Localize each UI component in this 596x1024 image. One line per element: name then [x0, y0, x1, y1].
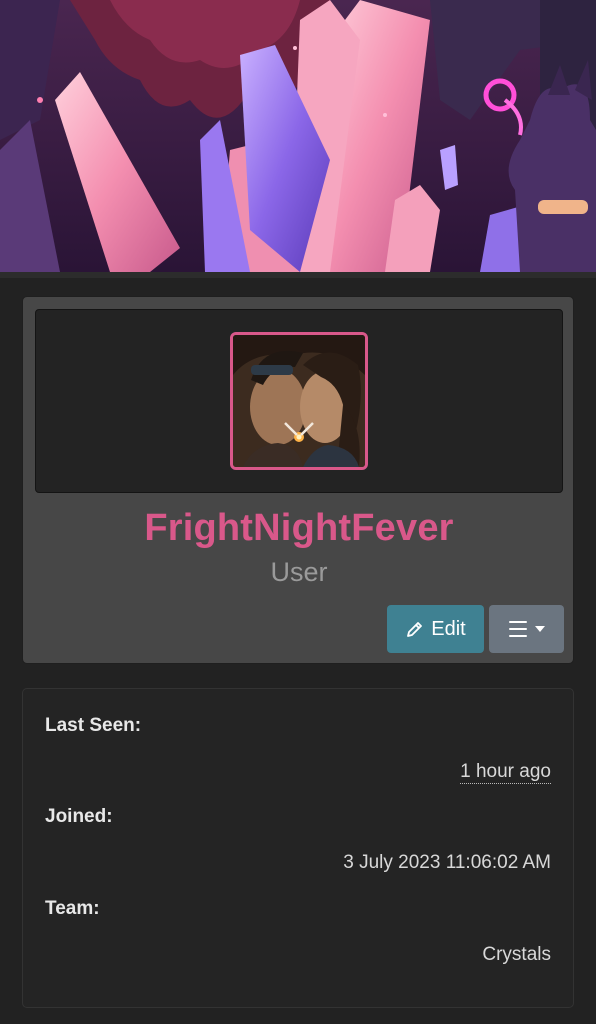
- avatar[interactable]: [230, 332, 368, 470]
- avatar-container: [35, 309, 563, 493]
- profile-details-card: Last Seen: 1 hour ago Joined: 3 July 202…: [22, 688, 574, 1008]
- caret-down-icon: [534, 626, 545, 632]
- username: FrightNightFever: [144, 507, 454, 549]
- team-label: Team:: [45, 898, 100, 919]
- pencil-icon: [407, 622, 423, 637]
- team-value: Crystals: [482, 944, 551, 965]
- crystal-cave-illustration: [0, 0, 596, 272]
- profile-banner: [0, 0, 596, 272]
- last-seen-label: Last Seen:: [45, 715, 142, 736]
- last-seen-relative-time[interactable]: 1 hour ago: [460, 761, 551, 784]
- profile-card: FrightNightFever User Edit: [22, 296, 574, 664]
- profile-page: FrightNightFever User Edit Last Seen: 1 …: [0, 0, 596, 1024]
- edit-button[interactable]: Edit: [387, 605, 484, 653]
- edit-button-label: Edit: [431, 617, 466, 640]
- options-menu-button[interactable]: [489, 605, 564, 653]
- banner-divider: [0, 272, 596, 278]
- joined-value: 3 July 2023 11:06:02 AM: [343, 852, 551, 873]
- last-seen-value: 1 hour ago: [460, 761, 551, 784]
- avatar-image: [233, 335, 365, 467]
- user-role: User: [270, 557, 328, 587]
- hamburger-icon: [508, 621, 527, 637]
- joined-label: Joined:: [45, 806, 113, 827]
